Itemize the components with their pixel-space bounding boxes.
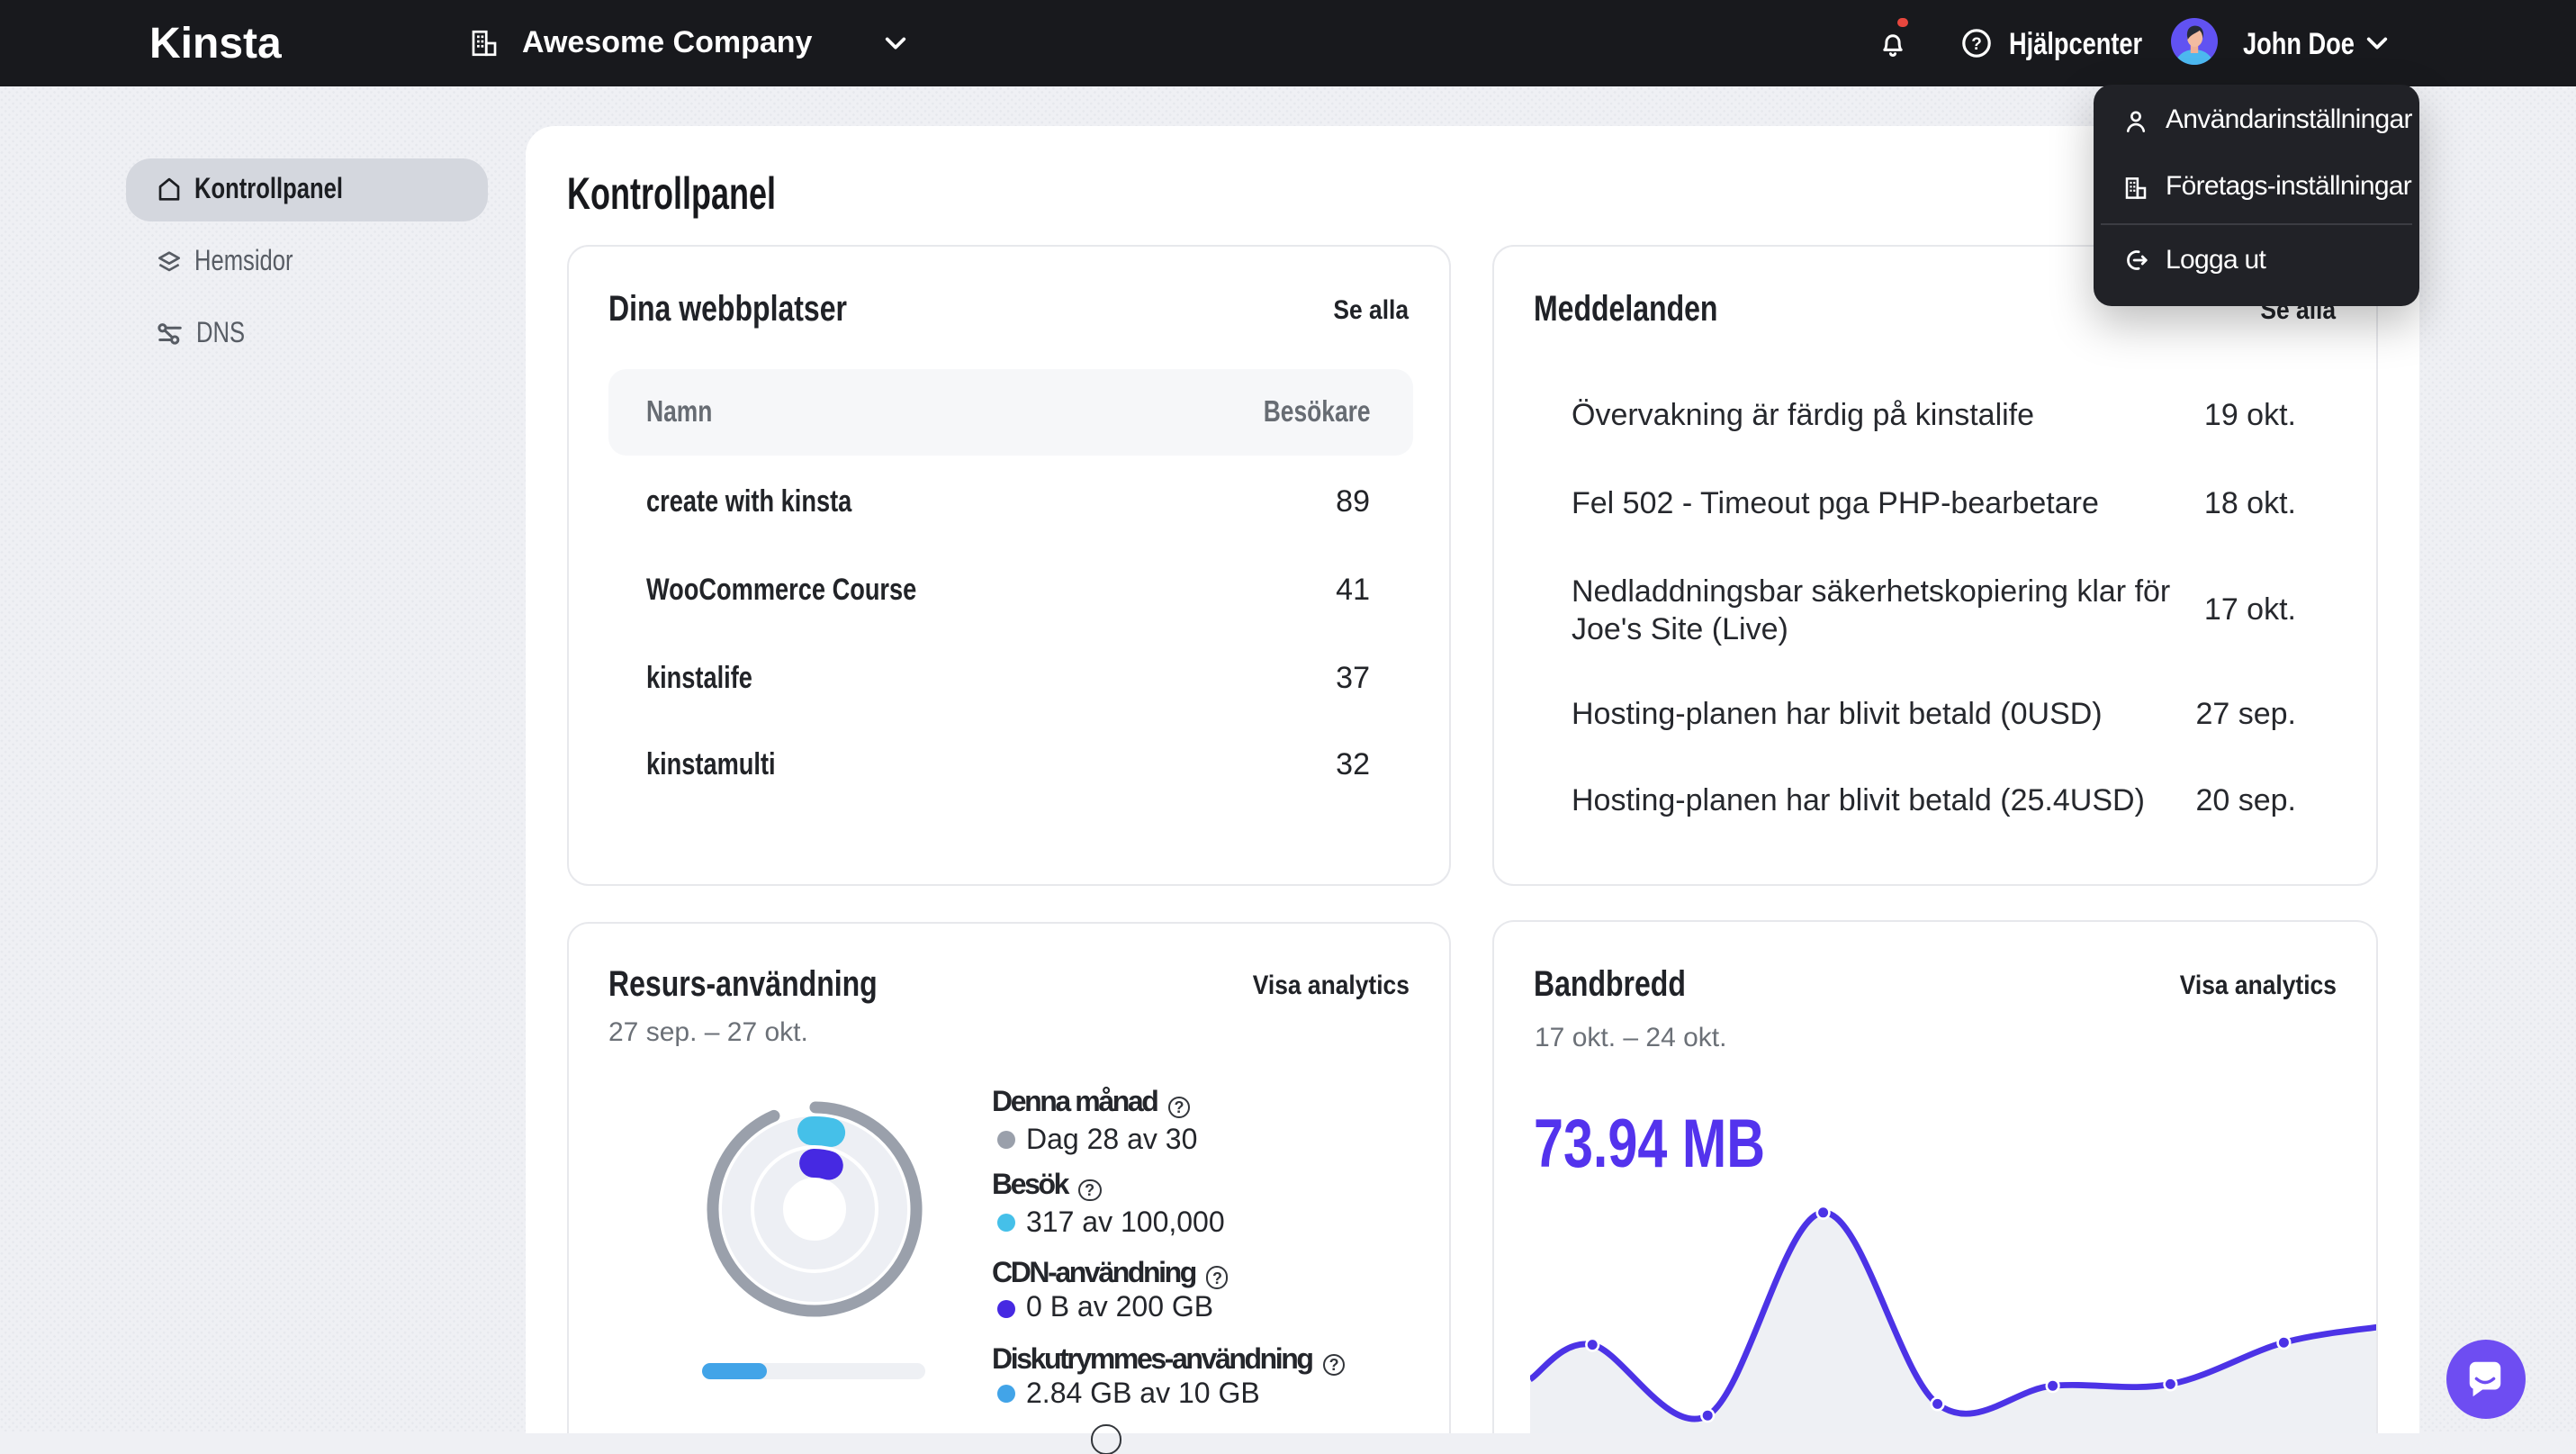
- svg-text:?: ?: [1971, 34, 1982, 53]
